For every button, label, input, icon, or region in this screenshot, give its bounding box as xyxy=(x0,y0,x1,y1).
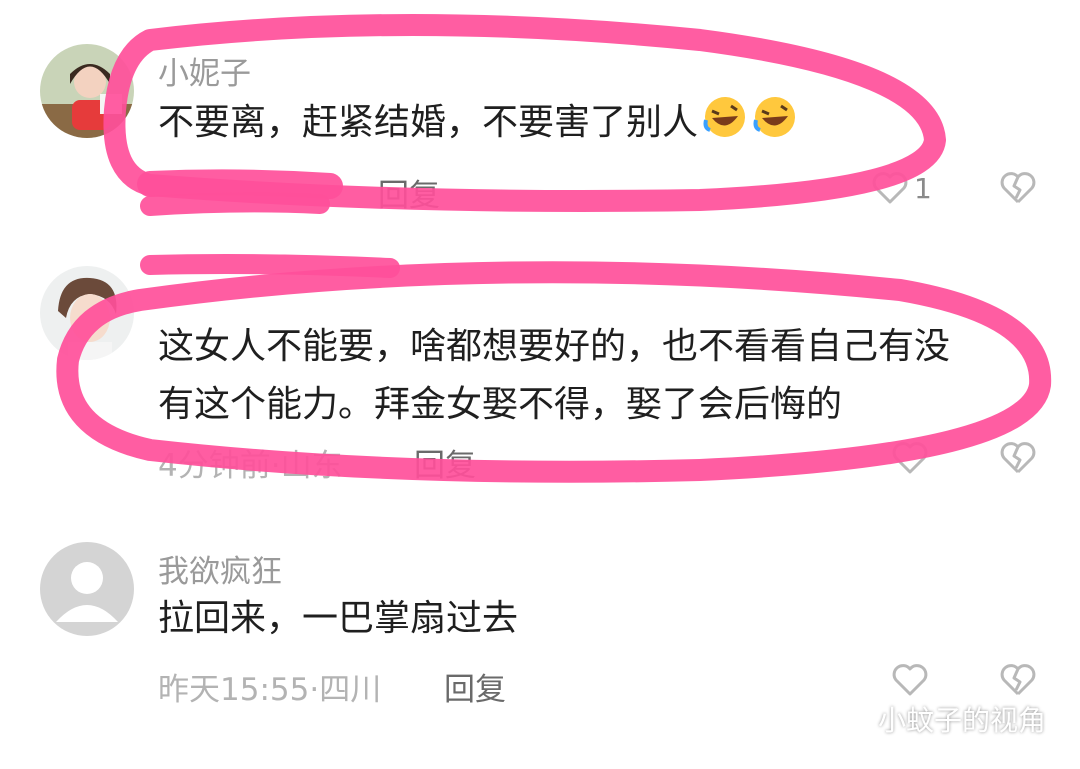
dislike-icon[interactable] xyxy=(998,660,1038,700)
watermark-text: 小蚊子的视角 xyxy=(877,704,1046,737)
username[interactable]: 我欲疯狂 xyxy=(158,546,282,591)
comment-text: 不要离，赶紧结婚，不要害了别人 xyxy=(158,94,798,152)
comment-text-body: 不要离，赶紧结婚，不要害了别人 xyxy=(158,102,699,143)
watermark: 小蚊子的视角 xyxy=(830,699,1046,739)
laughing-emoji-icon xyxy=(702,94,748,140)
like-icon[interactable] xyxy=(870,168,910,208)
avatar[interactable] xyxy=(40,44,134,138)
username[interactable]: 小妮子 xyxy=(158,48,251,93)
comment-item-2: 这女人不能要，啥都想要好的，也不看看自己有没 有这个能力。拜金女娶不得，娶了会后… xyxy=(0,240,1080,500)
avatar[interactable] xyxy=(40,542,134,636)
reply-button[interactable]: 回复 xyxy=(444,664,506,709)
like-icon[interactable] xyxy=(890,438,930,478)
dislike-icon[interactable] xyxy=(998,438,1038,478)
comment-item-1: 小妮子 不要离，赶紧结婚，不要害了别人 回复 1 xyxy=(0,0,1080,240)
wechat-icon xyxy=(830,701,870,738)
like-icon[interactable] xyxy=(890,660,930,700)
reply-button[interactable]: 回复 xyxy=(414,440,476,485)
comment-text-line: 这女人不能要，啥都想要好的，也不看看自己有没 xyxy=(158,326,951,367)
timestamp-location: 昨天15:55·四川 xyxy=(158,672,382,708)
like-count: 1 xyxy=(914,172,932,205)
timestamp-location: 4分钟前·山东 xyxy=(158,448,343,484)
comment-text: 这女人不能要，啥都想要好的，也不看看自己有没 有这个能力。拜金女娶不得，娶了会后… xyxy=(158,318,950,434)
comment-text: 拉回来，一巴掌扇过去 xyxy=(158,598,519,639)
comment-text-line: 有这个能力。拜金女娶不得，娶了会后悔的 xyxy=(158,384,843,425)
laughing-emoji-icon xyxy=(752,94,798,140)
dislike-icon[interactable] xyxy=(998,168,1038,208)
avatar[interactable] xyxy=(40,266,134,360)
reply-button[interactable]: 回复 xyxy=(378,170,440,215)
